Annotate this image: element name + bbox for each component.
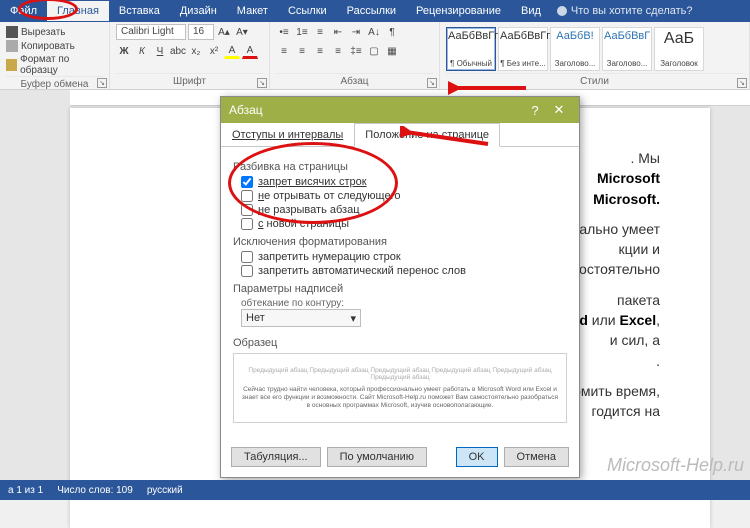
- show-marks-button[interactable]: ¶: [384, 24, 400, 40]
- font-name-select[interactable]: Calibri Light: [116, 24, 186, 40]
- paragraph-dialog: Абзац ? ✕ Отступы и интервалы Положение …: [220, 96, 580, 478]
- clipboard-launcher[interactable]: ↘: [97, 78, 107, 88]
- tell-me[interactable]: Что вы хотите сделать?: [557, 5, 693, 17]
- style-heading2[interactable]: АаБбВвГЗаголово...: [602, 27, 652, 71]
- section-pagination: Разбивка на страницы: [233, 161, 567, 173]
- indent-dec-button[interactable]: ⇤: [330, 24, 346, 40]
- tab-page-position[interactable]: Положение на странице: [354, 123, 500, 147]
- widow-orphan-check[interactable]: запрет висячих строк: [241, 176, 567, 188]
- keep-with-next-check[interactable]: не отрывать от следующего: [241, 190, 567, 202]
- highlight-button[interactable]: A: [224, 43, 240, 59]
- suppress-line-numbers-check[interactable]: запретить нумерацию строк: [241, 251, 567, 263]
- keep-together-check[interactable]: не разрывать абзац: [241, 204, 567, 216]
- style-heading1[interactable]: АаБбВ!Заголово...: [550, 27, 600, 71]
- group-font: Шрифт: [116, 73, 263, 89]
- style-title[interactable]: АаБЗаголовок: [654, 27, 704, 71]
- bold-button[interactable]: Ж: [116, 43, 132, 59]
- multilevel-button[interactable]: ≡: [312, 24, 328, 40]
- bullets-button[interactable]: •≡: [276, 24, 292, 40]
- align-left-button[interactable]: ≡: [276, 43, 292, 59]
- tab-references[interactable]: Ссылки: [278, 1, 337, 21]
- page-indicator[interactable]: а 1 из 1: [8, 485, 43, 496]
- tab-home[interactable]: Главная: [47, 1, 109, 21]
- italic-button[interactable]: К: [134, 43, 150, 59]
- cancel-button[interactable]: Отмена: [504, 447, 569, 467]
- tab-design[interactable]: Дизайн: [170, 1, 227, 21]
- font-color-button[interactable]: A: [242, 43, 258, 59]
- chevron-down-icon: ▾: [350, 312, 356, 325]
- paragraph-launcher[interactable]: ↘: [427, 78, 437, 88]
- borders-button[interactable]: ▦: [384, 43, 400, 59]
- justify-button[interactable]: ≡: [330, 43, 346, 59]
- superscript-button[interactable]: x²: [206, 43, 222, 59]
- shading-button[interactable]: ▢: [366, 43, 382, 59]
- line-spacing-button[interactable]: ‡≡: [348, 43, 364, 59]
- styles-launcher[interactable]: ↘: [737, 78, 747, 88]
- doc-text: Microsoft: [597, 170, 660, 186]
- wrap-label: обтекание по контуру:: [241, 298, 567, 309]
- doc-text: Microsoft.: [593, 191, 660, 207]
- section-text-box: Параметры надписей: [233, 283, 567, 295]
- font-size-select[interactable]: 16: [188, 24, 214, 40]
- style-normal[interactable]: АаБбВвГг,¶ Обычный: [446, 27, 496, 71]
- align-center-button[interactable]: ≡: [294, 43, 310, 59]
- numbering-button[interactable]: 1≡: [294, 24, 310, 40]
- watermark: Microsoft-Help.ru: [607, 455, 744, 476]
- format-painter-button[interactable]: Формат по образцу: [6, 54, 103, 76]
- tab-review[interactable]: Рецензирование: [406, 1, 511, 21]
- wrap-select[interactable]: Нет▾: [241, 309, 361, 327]
- strike-button[interactable]: abc: [170, 43, 186, 59]
- group-paragraph: Абзац: [276, 73, 433, 89]
- style-no-spacing[interactable]: АаБбВвГг,¶ Без инте...: [498, 27, 548, 71]
- tabs-button[interactable]: Табуляция...: [231, 447, 321, 467]
- tab-indents[interactable]: Отступы и интервалы: [221, 123, 354, 146]
- word-count[interactable]: Число слов: 109: [57, 485, 133, 496]
- copy-icon: [6, 40, 18, 52]
- cut-button[interactable]: Вырезать: [6, 26, 65, 38]
- help-button[interactable]: ?: [523, 103, 547, 118]
- tab-layout[interactable]: Макет: [227, 1, 278, 21]
- subscript-button[interactable]: x₂: [188, 43, 204, 59]
- section-sample: Образец: [233, 337, 567, 349]
- status-bar: а 1 из 1 Число слов: 109 русский: [0, 480, 750, 500]
- shrink-font-button[interactable]: A▾: [234, 24, 250, 40]
- font-launcher[interactable]: ↘: [257, 78, 267, 88]
- page-break-before-check[interactable]: с новой страницы: [241, 218, 567, 230]
- brush-icon: [6, 59, 17, 71]
- scissors-icon: [6, 26, 18, 38]
- tab-insert[interactable]: Вставка: [109, 1, 170, 21]
- tab-file[interactable]: Файл: [0, 1, 47, 21]
- tab-view[interactable]: Вид: [511, 1, 551, 21]
- default-button[interactable]: По умолчанию: [327, 447, 427, 467]
- close-button[interactable]: ✕: [547, 102, 571, 118]
- section-formatting-exceptions: Исключения форматирования: [233, 236, 567, 248]
- suppress-hyphenation-check[interactable]: запретить автоматический перенос слов: [241, 265, 567, 277]
- tab-mailings[interactable]: Рассылки: [337, 1, 406, 21]
- copy-button[interactable]: Копировать: [6, 40, 75, 52]
- indent-inc-button[interactable]: ⇥: [348, 24, 364, 40]
- underline-button[interactable]: Ч: [152, 43, 168, 59]
- language-indicator[interactable]: русский: [147, 485, 183, 496]
- grow-font-button[interactable]: A▴: [216, 24, 232, 40]
- group-styles: Стили: [446, 73, 743, 89]
- dialog-title: Абзац: [229, 103, 263, 117]
- ok-button[interactable]: OK: [456, 447, 498, 467]
- align-right-button[interactable]: ≡: [312, 43, 328, 59]
- lightbulb-icon: [557, 6, 567, 16]
- preview-pane: Предыдущий абзац Предыдущий абзац Предыд…: [233, 353, 567, 423]
- sort-button[interactable]: A↓: [366, 24, 382, 40]
